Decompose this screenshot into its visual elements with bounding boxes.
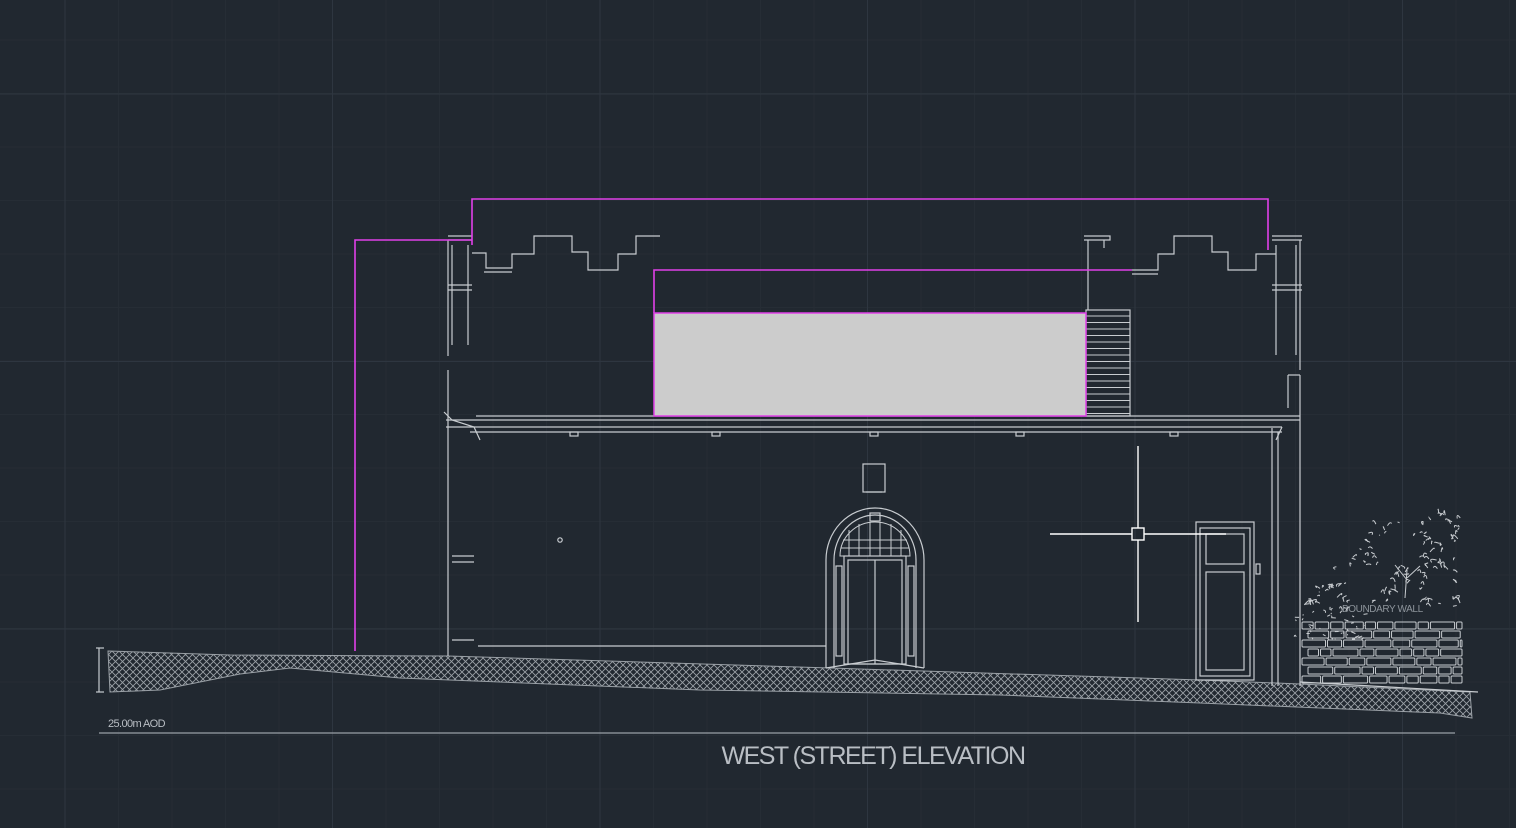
wall-label: BOUNDARY WALL [1342, 604, 1424, 615]
roof-infill-block [653, 312, 1087, 417]
stair-treads [1086, 315, 1130, 414]
level-label: 25.00m AOD [108, 718, 166, 730]
drawing-title: WEST (STREET) ELEVATION [721, 742, 1024, 770]
tree-sketch [1303, 508, 1461, 614]
cad-drawing-canvas[interactable]: 25.00m AOD BOUNDARY WALL WEST (STREET) E… [0, 0, 1516, 828]
ground-hatch [107, 650, 1473, 719]
door-fanlight [839, 521, 911, 557]
highlight-outline [354, 198, 1269, 651]
stone-wall [1293, 610, 1463, 684]
level-marker [96, 647, 104, 693]
building-elevation [443, 235, 1479, 693]
